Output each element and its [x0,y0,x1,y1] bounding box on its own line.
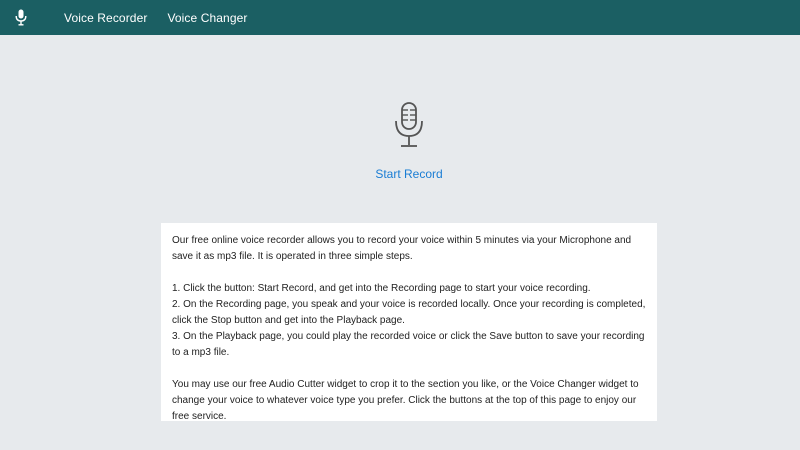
microphone-icon[interactable] [391,101,427,149]
start-record-button[interactable]: Start Record [0,167,800,181]
info-card: Our free online voice recorder allows yo… [161,223,657,422]
step-2-text: 2. On the Recording page, you speak and … [172,299,646,326]
microphone-icon[interactable] [14,9,28,27]
microphone-logo-svg [15,9,27,26]
outro-paragraph: You may use our free Audio Cutter widget… [172,379,639,422]
step-3-text: 3. On the Playback page, you could play … [172,331,645,358]
nav-voice-recorder[interactable]: Voice Recorder [64,11,147,25]
nav-voice-changer[interactable]: Voice Changer [167,11,247,25]
intro-paragraph: Our free online voice recorder allows yo… [172,235,632,262]
top-navbar: Voice Recorder Voice Changer [0,0,800,35]
step-1-text: 1. Click the button: Start Record, and g… [172,283,591,294]
microphone-big-svg [395,102,423,147]
